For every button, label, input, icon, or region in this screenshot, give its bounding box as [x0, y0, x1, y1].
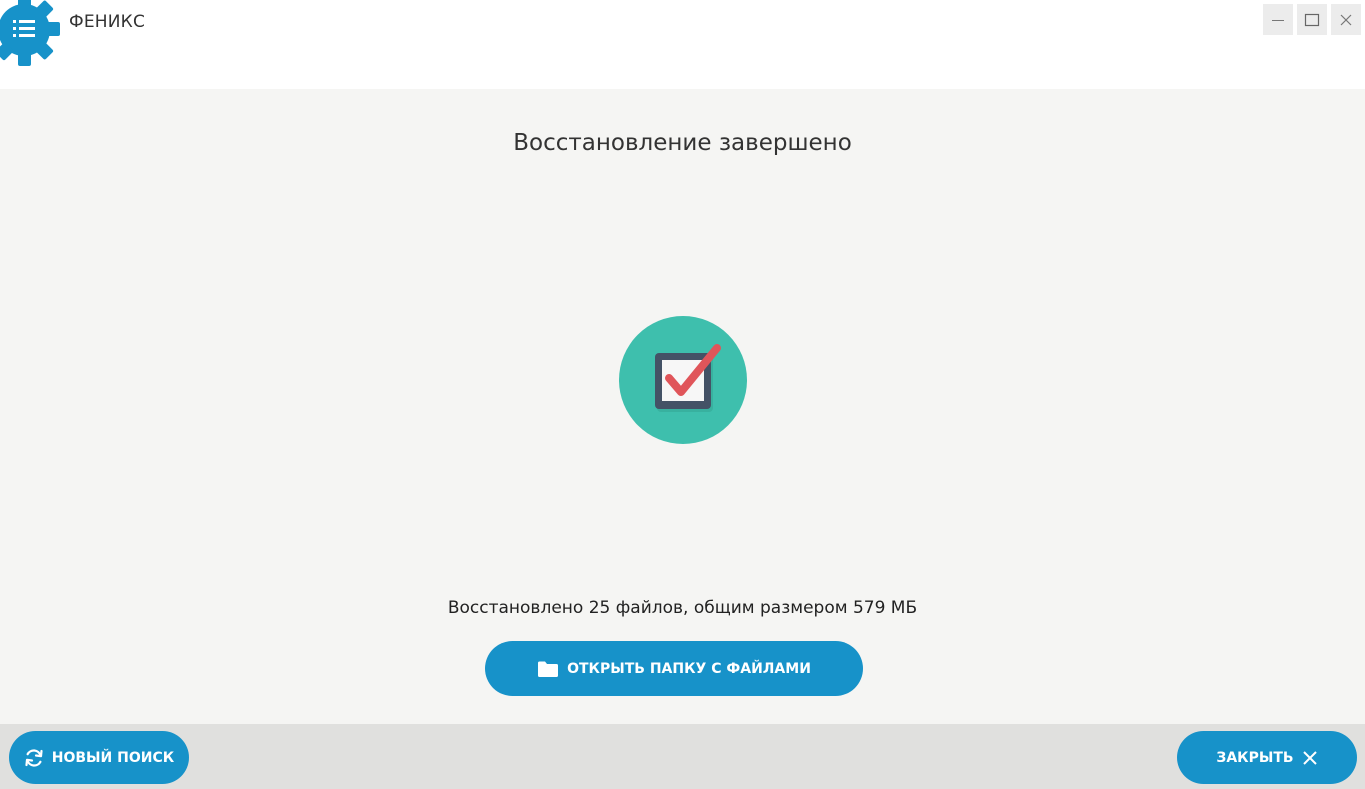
window-controls	[1263, 4, 1361, 35]
new-search-label: НОВЫЙ ПОИСК	[51, 749, 175, 766]
maximize-icon	[1304, 13, 1320, 26]
folder-icon	[538, 661, 559, 677]
app-window: ФЕНИКС Восстановление завершено Восстано…	[0, 0, 1365, 789]
new-search-button[interactable]: НОВЫЙ ПОИСК	[9, 731, 189, 784]
maximize-button[interactable]	[1297, 4, 1327, 35]
minimize-button[interactable]	[1263, 4, 1293, 35]
close-button[interactable]: ЗАКРЫТЬ	[1177, 731, 1357, 784]
minimize-icon	[1272, 19, 1284, 21]
footer-bar: НОВЫЙ ПОИСК ЗАКРЫТЬ	[0, 724, 1365, 789]
open-folder-label: ОТКРЫТЬ ПАПКУ С ФАЙЛАМИ	[567, 660, 811, 677]
close-icon	[1340, 14, 1352, 25]
title-bar: ФЕНИКС	[0, 0, 1365, 89]
close-x-icon	[1302, 750, 1317, 765]
app-logo-menu-icon[interactable]	[0, 0, 62, 68]
app-title: ФЕНИКС	[69, 12, 146, 32]
recovery-summary: Восстановлено 25 файлов, общим размером …	[447, 598, 918, 618]
checkbox-checked-icon	[619, 316, 747, 444]
refresh-icon	[25, 748, 43, 767]
page-title: Восстановление завершено	[513, 130, 852, 156]
close-label: ЗАКРЫТЬ	[1216, 749, 1294, 766]
window-close-button[interactable]	[1331, 4, 1361, 35]
open-folder-button[interactable]: ОТКРЫТЬ ПАПКУ С ФАЙЛАМИ	[485, 641, 863, 696]
success-badge	[619, 316, 747, 444]
